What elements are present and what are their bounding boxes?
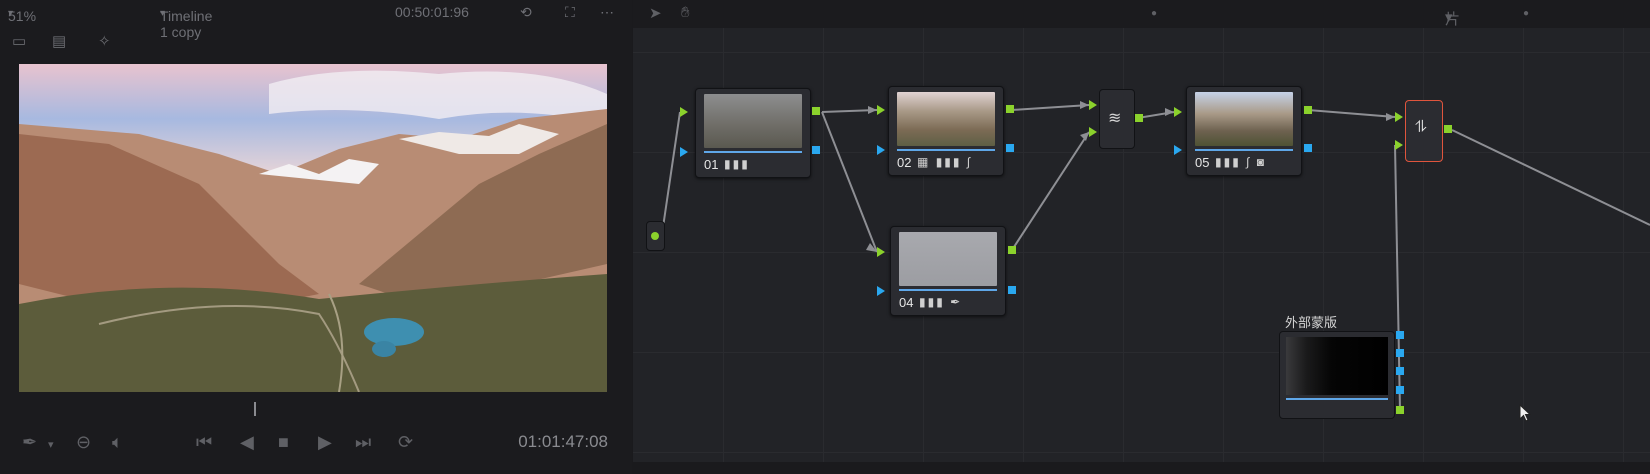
primaries-bars-icon: ▮▮▮: [919, 295, 945, 309]
rgb-output-pin[interactable]: [1304, 106, 1312, 114]
primaries-bars-icon: ▮▮▮: [724, 157, 750, 171]
key-input-pin[interactable]: [877, 145, 885, 155]
node-bar: [899, 289, 997, 291]
rgb-input-pin[interactable]: [877, 105, 885, 115]
viewer-toolbar: ▭ ▤ ✧: [0, 30, 632, 56]
matte-key-pin-2[interactable]: [1396, 349, 1404, 357]
matte-key-pin-3[interactable]: [1396, 367, 1404, 375]
node-04[interactable]: 04 ▮▮▮ ✒: [890, 226, 1006, 316]
reverse-play-icon[interactable]: ◀: [240, 432, 254, 453]
output-merge-node[interactable]: ⥮: [1405, 100, 1443, 162]
node-thumbnail: [897, 92, 995, 146]
repeat-icon[interactable]: ⟳: [398, 432, 413, 453]
output-input-pin-2[interactable]: [1395, 140, 1403, 150]
node-thumbnail: [1195, 92, 1293, 146]
status-dot-icon: ●: [1151, 8, 1158, 19]
node-label: 04: [899, 295, 914, 310]
play-icon[interactable]: ▶: [318, 432, 332, 453]
rgb-input-pin[interactable]: [680, 107, 688, 117]
node-bar: [704, 151, 802, 153]
color-picker-icon[interactable]: ✒: [22, 432, 37, 453]
stop-icon[interactable]: ■: [278, 432, 289, 453]
hand-icon[interactable]: ✋︎: [681, 4, 690, 21]
image-wipe-icon[interactable]: ▭: [12, 32, 26, 50]
node-editor-header: ➤ ✋︎ ● 片段 ▾ ●: [633, 0, 1650, 49]
record-timecode: 01:01:47:08: [518, 432, 608, 451]
more-options-icon[interactable]: ⋯: [600, 4, 614, 21]
skip-back-icon[interactable]: ⏮︎: [196, 432, 212, 453]
highlight-icon[interactable]: ✧: [98, 32, 111, 50]
rgb-output-pin[interactable]: [1006, 105, 1014, 113]
chevron-down-icon: ▾: [160, 8, 166, 19]
key-output-pin[interactable]: [1006, 144, 1014, 152]
matte-key-pin-4[interactable]: [1396, 386, 1404, 394]
status-dot-icon: ●: [1523, 8, 1530, 19]
key-output-pin[interactable]: [1008, 286, 1016, 294]
key-input-pin[interactable]: [877, 286, 885, 296]
external-matte-node[interactable]: [1279, 331, 1395, 419]
node-02[interactable]: 02 ▦ ▮▮▮ ∫: [888, 86, 1004, 176]
landscape-image: [19, 64, 607, 392]
node-tool-icons: ▦ ▮▮▮ ∫: [917, 155, 972, 169]
mouse-cursor-icon: [1519, 404, 1531, 422]
node-thumbnail: [899, 232, 997, 286]
curve-icon: ∫: [1246, 155, 1252, 169]
external-matte-title: 外部蒙版: [1285, 315, 1338, 330]
primaries-bars-icon: ▮▮▮: [1215, 155, 1241, 169]
output-input-pin-1[interactable]: [1395, 112, 1403, 122]
sync-icon[interactable]: ⟲: [520, 4, 532, 21]
chevron-down-icon[interactable]: ▾: [48, 438, 54, 451]
video-frame[interactable]: [19, 64, 607, 392]
rgb-input-pin[interactable]: [877, 247, 885, 257]
output-pin[interactable]: [1444, 125, 1452, 133]
layer-input-pin-2[interactable]: [1089, 127, 1097, 137]
source-output-pin[interactable]: [651, 232, 659, 240]
pointer-icon[interactable]: ➤: [649, 4, 662, 22]
source-input-node[interactable]: [646, 221, 665, 251]
node-01[interactable]: 01 ▮▮▮: [695, 88, 811, 178]
node-tool-icons: ▮▮▮ ∫ ◙: [1215, 155, 1266, 169]
node-tool-icons: ▮▮▮: [724, 157, 750, 171]
node-thumbnail: [704, 94, 802, 148]
layer-mixer-node[interactable]: ≋: [1099, 89, 1135, 149]
key-output-pin[interactable]: [1304, 144, 1312, 152]
node-tool-icons: ▮▮▮ ✒: [919, 295, 962, 309]
matte-output-pin[interactable]: [1396, 406, 1404, 414]
qualifier-picker-icon: ✒: [950, 295, 963, 309]
node-bar: [897, 149, 995, 151]
layer-output-pin[interactable]: [1135, 114, 1143, 122]
viewer-header: 51% ▾ Timeline 1 copy ▾ 00:50:01:96 ⟲ ⛶ …: [8, 4, 614, 40]
primaries-bars-icon: ▮▮▮: [935, 155, 962, 169]
window-icon: ◙: [1256, 155, 1267, 169]
node-bar: [1195, 149, 1293, 151]
merge-icon: ⥮: [1415, 119, 1427, 136]
grid-icon: ▦: [917, 155, 931, 169]
rgb-output-pin[interactable]: [812, 107, 820, 115]
source-timecode: 00:50:01:96: [395, 4, 469, 20]
chevron-down-icon: ▾: [8, 8, 14, 19]
chevron-down-icon: ▾: [1445, 9, 1453, 26]
key-input-pin[interactable]: [1174, 145, 1182, 155]
node-label: 05: [1195, 155, 1210, 170]
key-input-pin[interactable]: [680, 147, 688, 157]
viewer-panel: 51% ▾ Timeline 1 copy ▾ 00:50:01:96 ⟲ ⛶ …: [0, 0, 632, 474]
volume-icon[interactable]: 🔈︎: [112, 432, 123, 453]
split-screen-icon[interactable]: ▤: [52, 32, 66, 50]
node-label: 02: [897, 155, 912, 170]
node-label: 01: [704, 157, 719, 172]
rgb-input-pin[interactable]: [1174, 107, 1182, 117]
node-05[interactable]: 05 ▮▮▮ ∫ ◙: [1186, 86, 1302, 176]
loop-icon[interactable]: ⊖: [76, 432, 91, 453]
rgb-output-pin[interactable]: [1008, 246, 1016, 254]
fullscreen-icon[interactable]: ⛶: [565, 4, 575, 21]
matte-thumbnail: [1286, 337, 1388, 395]
layer-mixer-icon: ≋: [1108, 110, 1122, 127]
node-bar: [1286, 398, 1388, 400]
curve-icon: ∫: [966, 155, 973, 169]
key-output-pin[interactable]: [812, 146, 820, 154]
skip-forward-icon[interactable]: ⏭︎: [355, 432, 371, 453]
matte-key-pin-1[interactable]: [1396, 331, 1404, 339]
playhead-marker[interactable]: [254, 402, 257, 416]
layer-input-pin-1[interactable]: [1089, 100, 1097, 110]
